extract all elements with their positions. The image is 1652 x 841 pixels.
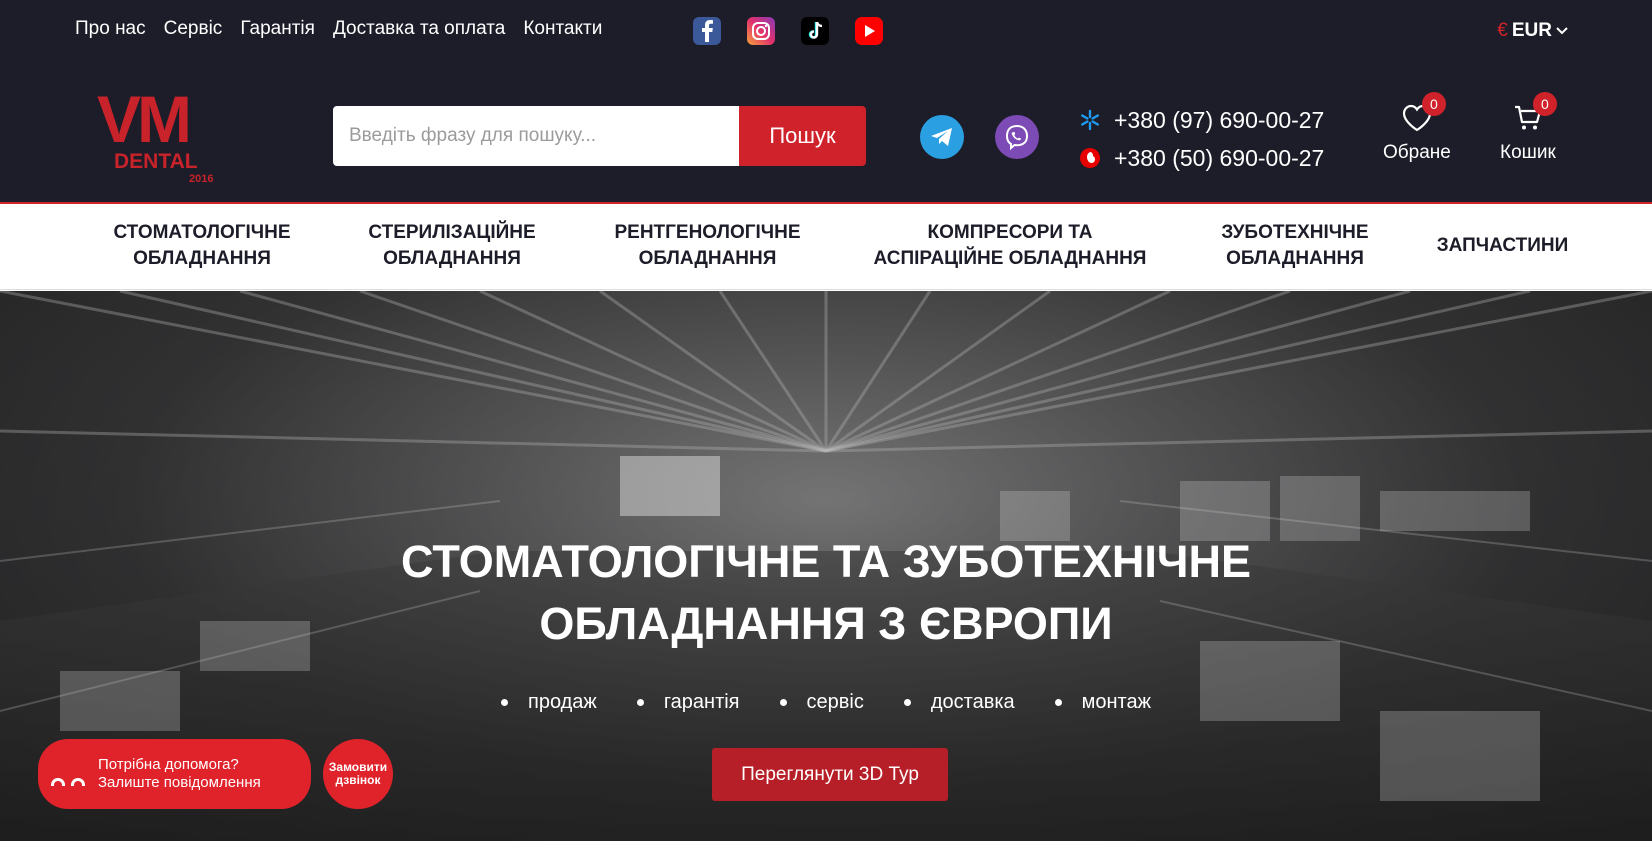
feature-item: гарантія [637,691,740,714]
link-contacts[interactable]: Контакти [523,18,602,40]
link-delivery[interactable]: Доставка та оплата [333,18,505,40]
help-text: Потрібна допомога? Залиште повідомлення [98,756,261,792]
currency-selector[interactable]: € EUR [1497,20,1568,42]
search-input[interactable] [333,106,739,166]
category-sterilization[interactable]: Стерилізаційне обладнання [352,220,552,272]
favorites-count-badge: 0 [1421,92,1446,116]
svg-text:DENTAL: DENTAL [114,150,198,173]
phone-list: +380 (97) 690-00-27 +380 (50) 690-00-27 [1078,101,1324,177]
facebook-icon[interactable] [693,17,721,45]
feature-item: продаж [501,691,597,714]
cart-label: Кошик [1500,142,1556,163]
phone-number: +380 (50) 690-00-27 [1114,144,1325,171]
feature-item: сервіс [780,691,864,714]
hero-features: продаж гарантія сервіс доставка монтаж [0,691,1652,714]
svg-text:VM: VM [97,84,188,156]
favorites-label: Обране [1383,142,1451,163]
search-button[interactable]: Пошук [739,106,866,166]
help-chat-widget[interactable]: Потрібна допомога? Залиште повідомлення [38,739,311,809]
main-header: VM DENTAL 2016 Пошук +380 (97) 690-00-27… [0,66,1652,204]
category-nav: Стоматологічне обладнання Стерилізаційне… [0,206,1652,290]
link-warranty[interactable]: Гарантія [240,18,315,40]
telegram-icon[interactable] [920,115,964,159]
view-3d-tour-button[interactable]: Переглянути 3D Тур [712,748,948,801]
category-xray[interactable]: Рентгенологічне обладнання [600,220,815,272]
phone-number: +380 (97) 690-00-27 [1114,106,1325,133]
link-about[interactable]: Про нас [75,18,146,40]
svg-text:2016: 2016 [189,173,213,185]
category-dental-lab[interactable]: Зуботехнічне обладнання [1205,220,1385,272]
favorites-button[interactable]: 0 Обране [1383,92,1451,164]
top-bar: Про нас Сервіс Гарантія Доставка та опла… [0,0,1652,66]
call-line2: дзвінок [335,773,381,787]
cart-button[interactable]: 0 Кошик [1500,92,1557,164]
cart-count-badge: 0 [1532,92,1557,116]
help-line2: Залиште повідомлення [98,774,261,791]
chevron-down-icon [1556,27,1568,35]
instagram-icon[interactable] [747,17,775,45]
phone-kyivstar[interactable]: +380 (97) 690-00-27 [1078,101,1324,139]
feature-item: доставка [904,691,1015,714]
viber-icon[interactable] [995,115,1039,159]
category-spare-parts[interactable]: Запчастини [1425,233,1580,259]
order-call-button[interactable]: Замовити дзвінок [323,739,393,809]
category-dental-equipment[interactable]: Стоматологічне обладнання [100,220,304,272]
help-line1: Потрібна допомога? [98,756,239,773]
feature-item: монтаж [1055,691,1151,714]
hero-title-line1: Стоматологічне та зуботехнічне [400,536,1252,587]
kyivstar-icon [1078,109,1102,131]
chat-face-icon [38,778,98,786]
vodafone-icon [1078,147,1102,169]
hero-title-line2: обладнання з Європи [539,598,1113,649]
social-links [693,17,883,45]
currency-label: EUR [1511,20,1552,41]
hero-title: Стоматологічне та зуботехнічне обладнанн… [0,531,1652,655]
phone-vodafone[interactable]: +380 (50) 690-00-27 [1078,139,1324,177]
youtube-icon[interactable] [855,17,883,45]
category-compressors[interactable]: Компресори та аспіраційне обладнання [860,220,1160,272]
top-links: Про нас Сервіс Гарантія Доставка та опла… [75,18,602,40]
site-logo[interactable]: VM DENTAL 2016 [95,84,225,186]
link-service[interactable]: Сервіс [164,18,223,40]
search-form: Пошук [333,106,866,166]
currency-symbol: € [1497,20,1508,41]
tiktok-icon[interactable] [801,17,829,45]
